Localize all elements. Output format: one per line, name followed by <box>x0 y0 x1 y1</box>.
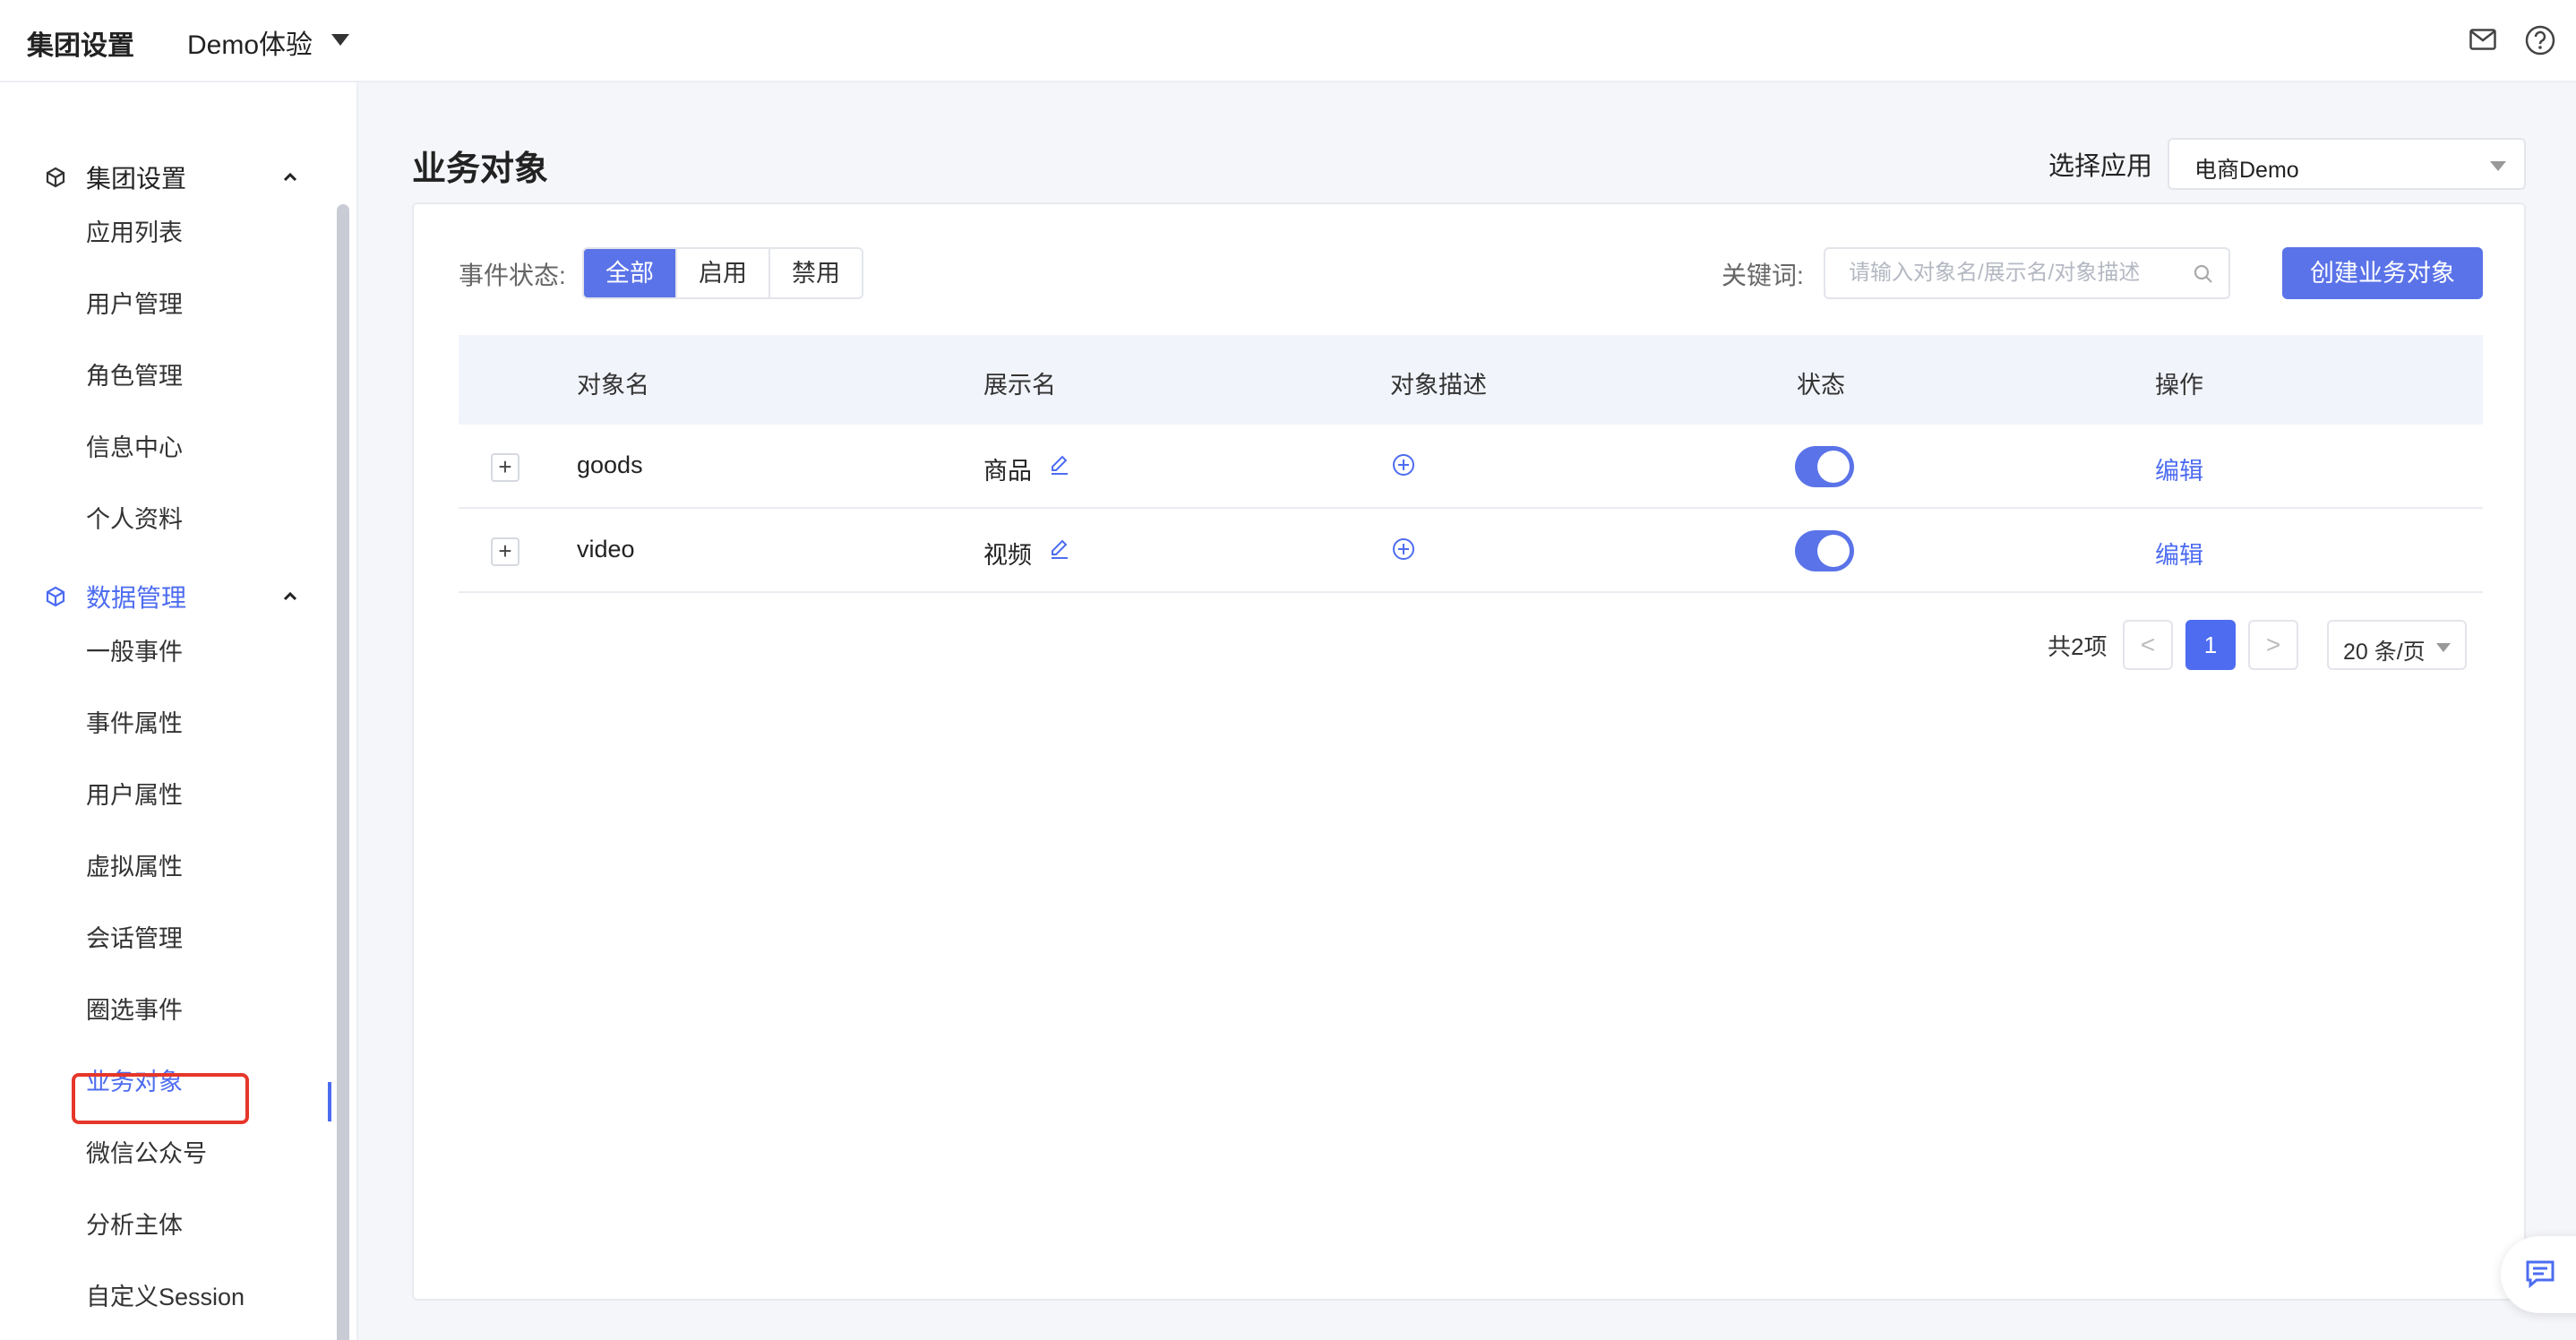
chevron-up-icon[interactable] <box>279 586 301 607</box>
table-row: + video 视频 编辑 <box>459 509 2483 593</box>
expand-row-button[interactable]: + <box>491 537 519 566</box>
display-name: 商品 <box>983 458 1032 485</box>
mail-icon[interactable] <box>2469 29 2496 50</box>
sidebar-item-profile[interactable]: 个人资料 <box>86 502 183 537</box>
sidebar-item-user-management[interactable]: 用户管理 <box>86 287 183 322</box>
column-header-actions: 操作 <box>2155 372 2203 399</box>
cube-icon <box>46 167 65 188</box>
filter-option-disabled[interactable]: 禁用 <box>769 249 862 297</box>
filter-option-all[interactable]: 全部 <box>584 249 675 297</box>
content-card: 事件状态: 全部 启用 禁用 关键词: 创建业务对象 对象名 展示名 对象描述 … <box>412 202 2526 1301</box>
sidebar: 集团设置 应用列表 用户管理 角色管理 信息中心 个人资料 数据管理 一般事件 … <box>0 82 358 1340</box>
edit-link[interactable]: 编辑 <box>2155 536 2203 571</box>
column-header-display-name: 展示名 <box>983 372 1056 399</box>
keyword-label: 关键词: <box>1722 262 1804 289</box>
pagination-total: 共2项 <box>2048 633 2108 660</box>
toggle-knob <box>1817 535 1850 567</box>
status-filter: 全部 启用 禁用 <box>582 247 863 299</box>
object-name: video <box>577 536 635 563</box>
sidebar-group-label: 集团设置 <box>86 165 187 193</box>
page-size-select[interactable]: 20 条/页 <box>2327 620 2467 670</box>
status-toggle[interactable] <box>1795 530 1854 571</box>
app-select[interactable]: 电商Demo <box>2168 138 2526 190</box>
keyword-search-box <box>1824 247 2230 299</box>
add-description-icon[interactable] <box>1390 451 1417 478</box>
edit-pencil-icon[interactable] <box>1048 537 1071 561</box>
expand-row-button[interactable]: + <box>491 453 519 482</box>
sidebar-item-role-management[interactable]: 角色管理 <box>86 358 183 394</box>
object-name: goods <box>577 451 643 478</box>
sidebar-item-custom-session[interactable]: 自定义Session <box>86 1279 245 1315</box>
project-switcher[interactable]: Demo体验 <box>187 22 313 62</box>
edit-pencil-icon[interactable] <box>1048 453 1071 477</box>
filter-option-enabled[interactable]: 启用 <box>675 249 769 297</box>
chevron-up-icon[interactable] <box>279 167 301 188</box>
table-header: 对象名 展示名 对象描述 状态 操作 <box>459 335 2483 425</box>
sidebar-item-message-center[interactable]: 信息中心 <box>86 430 183 466</box>
toggle-knob <box>1817 451 1850 483</box>
chevron-down-icon <box>2436 643 2451 652</box>
sidebar-item-circle-select-events[interactable]: 圈选事件 <box>86 992 183 1028</box>
sidebar-scrollbar[interactable] <box>337 204 349 1340</box>
top-bar: 集团设置 Demo体验 <box>0 0 2576 82</box>
app-select-label: 选择应用 <box>2048 152 2153 181</box>
help-icon[interactable] <box>2525 25 2555 56</box>
sidebar-item-general-events[interactable]: 一般事件 <box>86 634 183 670</box>
sidebar-group-label: 数据管理 <box>86 584 187 612</box>
prev-page-button[interactable]: < <box>2123 620 2173 670</box>
create-business-object-button[interactable]: 创建业务对象 <box>2282 247 2483 299</box>
add-description-icon[interactable] <box>1390 536 1417 563</box>
chevron-down-icon <box>2490 161 2506 171</box>
status-filter-label: 事件状态: <box>459 262 566 289</box>
active-item-indicator <box>328 1082 331 1121</box>
edit-link[interactable]: 编辑 <box>2155 451 2203 486</box>
search-icon[interactable] <box>2193 263 2214 285</box>
sidebar-item-analysis-subject[interactable]: 分析主体 <box>86 1207 183 1243</box>
sidebar-item-virtual-attributes[interactable]: 虚拟属性 <box>86 849 183 885</box>
status-toggle[interactable] <box>1795 446 1854 487</box>
app-select-value: 电商Demo <box>2194 158 2299 183</box>
column-header-description: 对象描述 <box>1390 372 1487 399</box>
sidebar-item-event-attributes[interactable]: 事件属性 <box>86 706 183 742</box>
column-header-status: 状态 <box>1797 372 1845 399</box>
table-row: + goods 商品 编辑 <box>459 425 2483 509</box>
app-title: 集团设置 <box>27 31 134 61</box>
chevron-down-icon[interactable] <box>331 34 349 46</box>
page-title: 业务对象 <box>412 150 549 188</box>
sidebar-item-wechat-official[interactable]: 微信公众号 <box>86 1136 207 1172</box>
sidebar-group-data-management[interactable]: 数据管理 <box>43 579 186 614</box>
sidebar-item-session-management[interactable]: 会话管理 <box>86 921 183 957</box>
sidebar-item-user-attributes[interactable]: 用户属性 <box>86 777 183 813</box>
active-item-highlight <box>72 1073 249 1124</box>
cube-icon <box>46 586 65 607</box>
display-name: 视频 <box>983 542 1032 569</box>
chat-support-button[interactable] <box>2501 1236 2576 1313</box>
column-header-name: 对象名 <box>577 372 649 399</box>
page-number-button[interactable]: 1 <box>2185 620 2236 670</box>
chat-icon <box>2526 1260 2555 1289</box>
next-page-button[interactable]: > <box>2248 620 2298 670</box>
sidebar-group-org-settings[interactable]: 集团设置 <box>43 159 186 195</box>
page-size-value: 20 条/页 <box>2343 640 2426 665</box>
keyword-search-input[interactable] <box>1825 249 2184 297</box>
sidebar-item-app-list[interactable]: 应用列表 <box>86 215 183 251</box>
